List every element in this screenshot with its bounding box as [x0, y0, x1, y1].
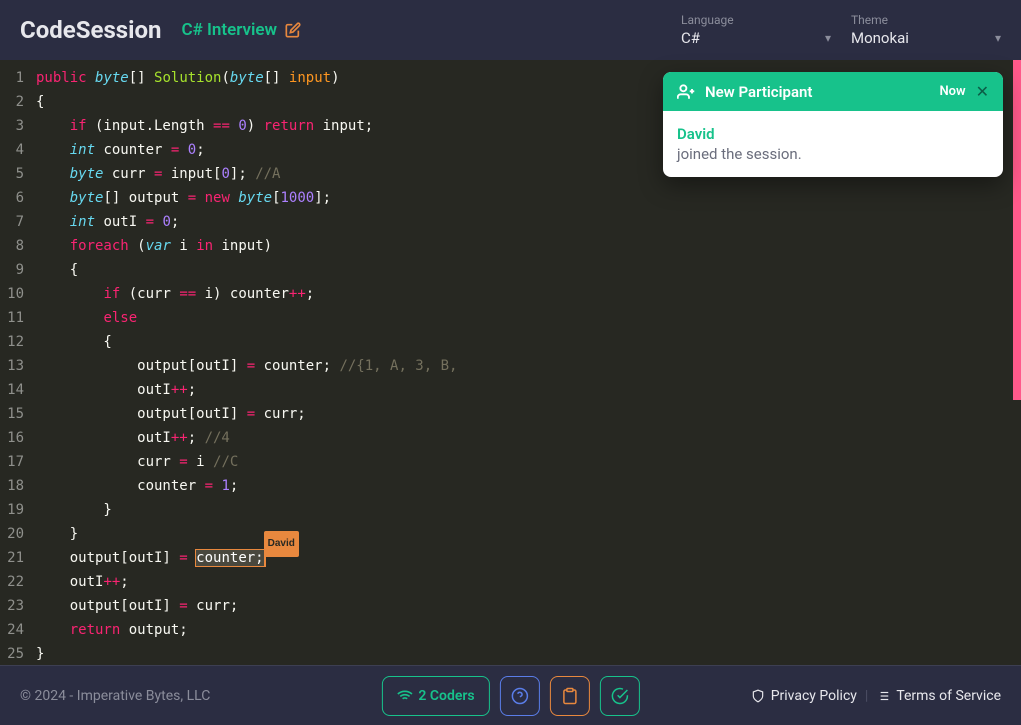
line-number: 9 [0, 258, 32, 282]
code-line[interactable]: } [36, 642, 1011, 666]
code-line[interactable]: outI++; [36, 378, 1011, 402]
line-gutter: 1234567891011121314151617181920212223242… [0, 60, 32, 665]
toast-time: Now [939, 84, 965, 99]
line-number: 3 [0, 114, 32, 138]
line-number: 8 [0, 234, 32, 258]
line-number: 22 [0, 570, 32, 594]
toast-title: New Participant [705, 83, 929, 101]
toast-body: David joined the session. [663, 111, 1003, 177]
language-value: C# [681, 29, 700, 47]
line-number: 16 [0, 426, 32, 450]
scrollbar-thumb[interactable] [1013, 60, 1021, 400]
toast-header: New Participant Now ✕ [663, 72, 1003, 111]
terms-link[interactable]: Terms of Service [876, 688, 1001, 704]
line-number: 10 [0, 282, 32, 306]
code-line[interactable]: int outI = 0; [36, 210, 1011, 234]
app-logo: CodeSession [20, 16, 161, 44]
participant-cursor-label: David [264, 531, 299, 557]
line-number: 19 [0, 498, 32, 522]
app-header: CodeSession C# Interview Language C# ▾ T… [0, 0, 1021, 60]
line-number: 12 [0, 330, 32, 354]
clipboard-button[interactable] [550, 676, 590, 716]
theme-dropdown[interactable]: Theme Monokai ▾ [851, 13, 1001, 47]
theme-value: Monokai [851, 29, 909, 47]
wifi-icon [396, 688, 412, 704]
list-icon [876, 689, 890, 703]
code-line[interactable]: output[outI] = counter;David [36, 546, 1011, 570]
code-line[interactable]: return output; [36, 618, 1011, 642]
code-line[interactable]: output[outI] = curr; [36, 402, 1011, 426]
help-button[interactable] [500, 676, 540, 716]
line-number: 7 [0, 210, 32, 234]
language-label: Language [681, 13, 831, 27]
line-number: 21 [0, 546, 32, 570]
code-line[interactable]: foreach (var i in input) [36, 234, 1011, 258]
line-number: 23 [0, 594, 32, 618]
code-line[interactable]: outI++; [36, 570, 1011, 594]
run-button[interactable] [600, 676, 640, 716]
line-number: 17 [0, 450, 32, 474]
language-dropdown[interactable]: Language C# ▾ [681, 13, 831, 47]
line-number: 14 [0, 378, 32, 402]
code-line[interactable]: { [36, 330, 1011, 354]
app-footer: © 2024 - Imperative Bytes, LLC 2 Coders … [0, 665, 1021, 725]
toast-message: joined the session. [677, 145, 989, 163]
privacy-link[interactable]: Privacy Policy [751, 688, 857, 704]
user-plus-icon [677, 83, 695, 101]
code-line[interactable]: if (curr == i) counter++; [36, 282, 1011, 306]
edit-icon[interactable] [285, 22, 301, 38]
help-icon [511, 687, 529, 705]
participant-cursor: David [264, 549, 266, 567]
code-line[interactable]: else [36, 306, 1011, 330]
theme-label: Theme [851, 13, 1001, 27]
code-line[interactable]: output[outI] = curr; [36, 594, 1011, 618]
line-number: 15 [0, 402, 32, 426]
coders-count[interactable]: 2 Coders [381, 676, 489, 716]
code-line[interactable]: curr = i //C [36, 450, 1011, 474]
code-line[interactable]: outI++; //4 [36, 426, 1011, 450]
line-number: 20 [0, 522, 32, 546]
coders-label: 2 Coders [418, 688, 474, 704]
chevron-down-icon: ▾ [995, 31, 1001, 45]
line-number: 18 [0, 474, 32, 498]
code-line[interactable]: } [36, 498, 1011, 522]
participant-toast: New Participant Now ✕ David joined the s… [663, 72, 1003, 177]
session-name-text: C# Interview [181, 20, 277, 40]
line-number: 5 [0, 162, 32, 186]
line-number: 4 [0, 138, 32, 162]
shield-icon [751, 689, 765, 703]
privacy-text: Privacy Policy [771, 688, 857, 704]
clipboard-icon [561, 687, 579, 705]
close-icon[interactable]: ✕ [976, 82, 989, 101]
divider: | [865, 688, 868, 704]
scrollbar-track[interactable] [1011, 60, 1021, 665]
line-number: 11 [0, 306, 32, 330]
code-line[interactable]: { [36, 258, 1011, 282]
session-name[interactable]: C# Interview [181, 20, 301, 40]
line-number: 1 [0, 66, 32, 90]
code-line[interactable]: byte[] output = new byte[1000]; [36, 186, 1011, 210]
terms-text: Terms of Service [896, 688, 1001, 704]
line-number: 6 [0, 186, 32, 210]
toast-user: David [677, 125, 989, 143]
copyright: © 2024 - Imperative Bytes, LLC [20, 688, 210, 704]
line-number: 2 [0, 90, 32, 114]
chevron-down-icon: ▾ [825, 31, 831, 45]
line-number: 25 [0, 642, 32, 666]
code-line[interactable]: output[outI] = counter; //{1, A, 3, B, [36, 354, 1011, 378]
line-number: 24 [0, 618, 32, 642]
code-line[interactable]: } [36, 522, 1011, 546]
line-number: 13 [0, 354, 32, 378]
code-line[interactable]: counter = 1; [36, 474, 1011, 498]
check-circle-icon [611, 687, 629, 705]
